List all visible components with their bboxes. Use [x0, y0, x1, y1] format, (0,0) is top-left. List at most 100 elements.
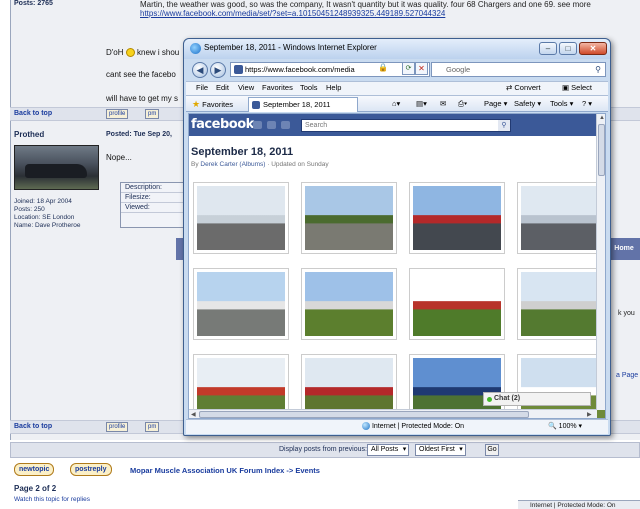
photo-image — [521, 186, 605, 250]
menu-favorites[interactable]: Favorites — [262, 83, 293, 92]
horizontal-scrollbar[interactable]: ◀ ▶ — [189, 409, 597, 418]
album-author-link[interactable]: Derek Carter (Albums) — [200, 161, 265, 168]
pm-button[interactable]: pm — [145, 109, 160, 119]
menu-tools[interactable]: Tools — [300, 83, 318, 92]
page-indicator: Page 2 of 2 — [14, 484, 57, 493]
photo-thumbnail[interactable] — [517, 268, 605, 340]
profile-button[interactable]: profile — [106, 109, 129, 119]
scroll-right-icon[interactable]: ▶ — [587, 411, 592, 418]
menu-help[interactable]: Help — [326, 83, 341, 92]
select-button[interactable]: ▣ Select — [562, 83, 592, 92]
chat-label: Chat (2) — [494, 395, 521, 402]
display-posts-select[interactable]: All Posts — [367, 444, 410, 456]
site-favicon — [234, 65, 243, 74]
chat-button[interactable]: Chat (2) — [483, 392, 591, 406]
photo-image — [305, 272, 393, 336]
messages-icon[interactable] — [267, 121, 276, 129]
watch-topic-link[interactable]: Watch this topic for replies — [14, 496, 90, 503]
close-button[interactable]: ✕ — [579, 42, 607, 55]
new-topic-button[interactable]: newtopic — [14, 463, 55, 476]
safety-menu[interactable]: Safety ▾ — [514, 99, 541, 108]
facebook-search-input[interactable]: Search ⚲ — [301, 119, 511, 132]
back-to-top-link-2[interactable]: Back to top — [14, 423, 52, 430]
profile-button-2[interactable]: profile — [106, 422, 129, 432]
vertical-scrollbar[interactable]: ▲ — [596, 114, 605, 410]
attachment-description: Description: — [121, 183, 185, 193]
address-text: https://www.facebook.com/media — [245, 65, 355, 74]
attachment-filesize: Filesize: — [121, 193, 185, 203]
scroll-left-icon[interactable]: ◀ — [191, 411, 196, 418]
menu-edit[interactable]: Edit — [216, 83, 229, 92]
minimize-button[interactable]: – — [539, 42, 557, 55]
forward-icon[interactable]: ▶ — [210, 62, 226, 78]
address-bar[interactable]: https://www.facebook.com/media — [230, 62, 430, 77]
friend-requests-icon[interactable] — [253, 121, 262, 129]
security-zone-label: Internet | Protected Mode: On — [371, 422, 465, 430]
search-icon[interactable]: ⚲ — [595, 63, 601, 76]
convert-button[interactable]: ⇄ Convert — [506, 83, 541, 92]
back-icon[interactable]: ◀ — [192, 62, 208, 78]
menu-bar: File Edit View Favorites Tools Help ⇄ Co… — [186, 81, 608, 95]
facebook-search-icon[interactable]: ⚲ — [498, 120, 510, 131]
ie-status-bar: Internet | Protected Mode: On 🔍 100% ▾ — [186, 419, 608, 434]
photo-thumbnail[interactable] — [409, 182, 505, 254]
album-by: By — [191, 161, 199, 168]
facebook-logo[interactable]: facebook — [191, 117, 254, 132]
maximize-button[interactable]: □ — [559, 42, 577, 55]
tools-menu[interactable]: Tools ▾ — [550, 99, 573, 108]
stop-icon[interactable]: ✕ — [415, 62, 428, 75]
photo-thumbnail[interactable] — [301, 268, 397, 340]
lock-icon[interactable]: 🔒 — [378, 63, 388, 72]
poster-location: Location: SE London — [14, 214, 75, 221]
refresh-icon[interactable]: ⟳ — [402, 62, 415, 75]
post-reply-button[interactable]: postreply — [70, 463, 112, 476]
go-button[interactable]: Go — [485, 444, 499, 456]
album-title: September 18, 2011 — [191, 146, 294, 158]
menu-view[interactable]: View — [238, 83, 254, 92]
photo-thumbnail[interactable] — [517, 182, 605, 254]
zoom-control[interactable]: 🔍 100% ▾ — [548, 422, 582, 430]
sort-order-select[interactable]: Oldest First — [415, 444, 466, 456]
page-viewport[interactable]: facebook Search ⚲ September 18, 2011 By … — [188, 113, 606, 419]
ie-window[interactable]: September 18, 2011 - Windows Internet Ex… — [183, 38, 611, 436]
photo-image — [197, 186, 285, 250]
attachment-table: Description: Filesize: Viewed: — [120, 182, 186, 228]
poster-name: Prothed — [14, 130, 45, 139]
home-icon[interactable]: ⌂▾ — [392, 99, 400, 108]
horizontal-scroll-thumb[interactable] — [199, 411, 529, 418]
tab-active[interactable]: September 18, 2011 — [248, 97, 358, 112]
photo-thumbnail[interactable] — [301, 182, 397, 254]
attachment-viewed: Viewed: — [121, 203, 185, 213]
convert-label: Convert — [514, 83, 541, 92]
home-button[interactable]: Home — [608, 238, 640, 260]
ie-title-bar[interactable]: September 18, 2011 - Windows Internet Ex… — [184, 39, 610, 59]
scroll-up-icon[interactable]: ▲ — [599, 115, 605, 121]
back-to-top-link[interactable]: Back to top — [14, 110, 52, 117]
feeds-icon[interactable]: ▤▾ — [416, 99, 427, 108]
facebook-album-link[interactable]: https://www.facebook.com/media/set/?set=… — [140, 9, 445, 18]
post-knew: knew i shou — [137, 48, 180, 57]
poster-meta: Joined: 18 Apr 2004 Posts: 250 Location:… — [14, 198, 80, 230]
menu-file[interactable]: File — [196, 83, 208, 92]
favorites-button[interactable]: ★ Favorites — [192, 99, 233, 110]
photo-thumbnail[interactable] — [193, 268, 289, 340]
photo-thumbnail[interactable] — [193, 182, 289, 254]
mail-icon[interactable]: ✉ — [440, 99, 446, 108]
page-menu[interactable]: Page ▾ — [484, 99, 507, 108]
search-input[interactable]: Google ⚲ — [431, 62, 606, 77]
breadcrumb[interactable]: Mopar Muscle Association UK Forum Index … — [130, 466, 320, 475]
post-doh: D'oH — [106, 48, 124, 57]
tab-title: September 18, 2011 — [263, 100, 331, 109]
photo-thumbnail[interactable] — [409, 268, 505, 340]
side-page-fragment[interactable]: a Page — [616, 372, 638, 379]
search-placeholder: Google — [446, 65, 471, 74]
posted-date: Posted: Tue Sep 20, — [106, 131, 172, 138]
favorites-bar: ★ Favorites September 18, 2011 ⌂▾ ▤▾ ✉ ⎙… — [186, 95, 608, 112]
poster-posts-count: Posts: 2765 — [14, 0, 53, 7]
notifications-icon[interactable] — [281, 121, 290, 129]
vertical-scroll-thumb[interactable] — [598, 124, 605, 176]
print-icon[interactable]: ⎙▾ — [458, 99, 467, 109]
pm-button-2[interactable]: pm — [145, 422, 160, 432]
security-zone[interactable]: Internet | Protected Mode: On — [362, 422, 464, 430]
help-icon[interactable]: ? ▾ — [582, 99, 592, 108]
